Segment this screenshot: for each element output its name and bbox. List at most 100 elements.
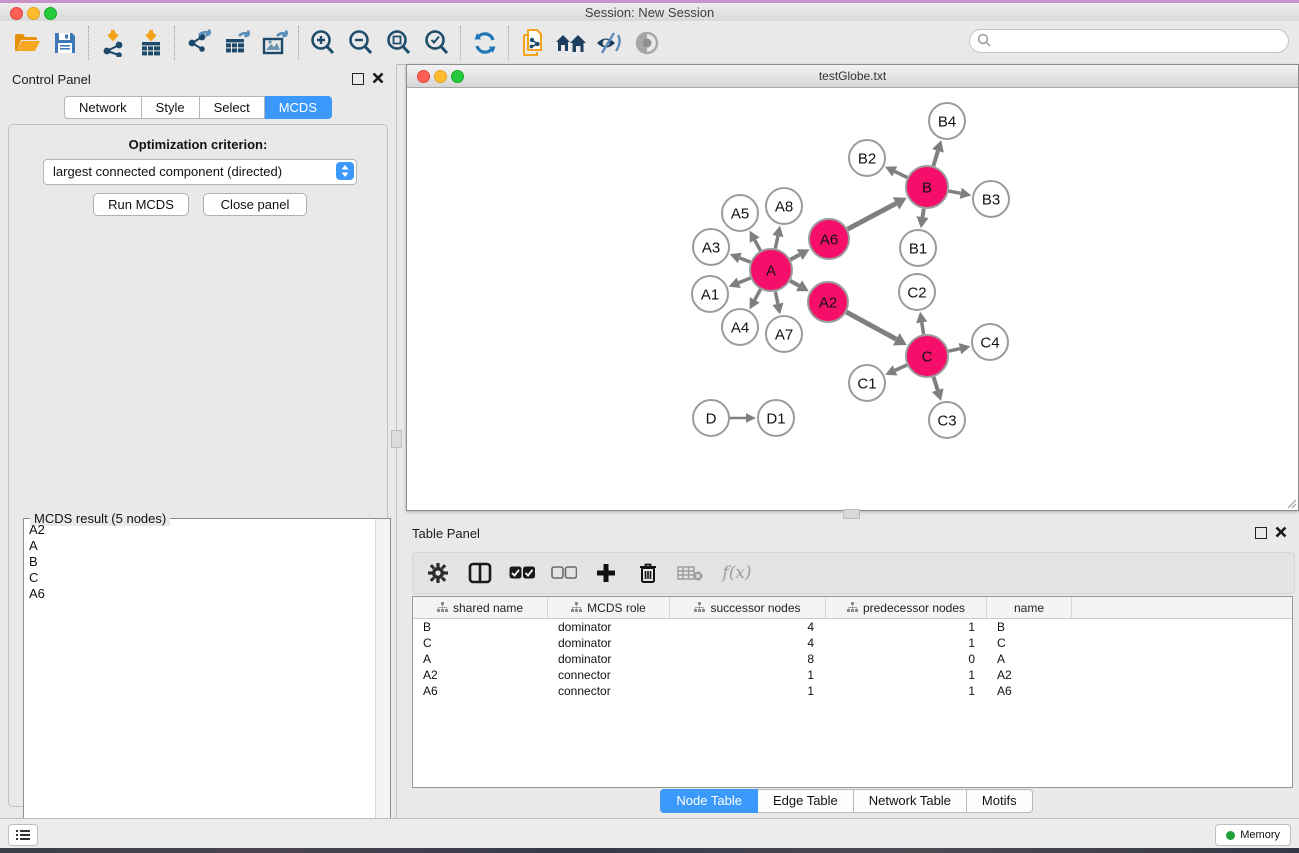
edge-C-C3[interactable] [934,377,938,390]
close-panel-icon[interactable] [1275,526,1287,538]
edge-C-C2[interactable] [922,322,924,334]
hierarchy-icon [437,602,448,613]
export-table-button[interactable] [218,25,256,61]
table-row[interactable]: Bdominator41B [413,619,1292,635]
table-row[interactable]: Adominator80A [413,651,1292,667]
edge-B-B1[interactable] [923,209,924,217]
export-network-button[interactable] [180,25,218,61]
zoom-fit-button[interactable] [380,25,418,61]
tab-node-table[interactable]: Node Table [660,789,758,813]
tab-network-table[interactable]: Network Table [854,789,967,813]
edge-A-A5[interactable] [755,240,761,251]
zoom-selected-button[interactable] [418,25,456,61]
import-network-button[interactable] [94,25,132,61]
export-image-button[interactable] [256,25,294,61]
open-cybrowser-home-button[interactable] [552,25,590,61]
edge-A6-B[interactable] [848,203,897,229]
tab-mcds[interactable]: MCDS [265,96,332,119]
edge-A-A2[interactable] [790,281,799,286]
zoom-out-button[interactable] [342,25,380,61]
result-item[interactable]: A6 [25,586,375,602]
column-header-name[interactable]: name [987,597,1072,618]
column-header-successor-nodes[interactable]: successor nodes [670,597,826,618]
select-stepper-icon [336,162,354,180]
zoom-in-icon [309,29,337,57]
memory-button[interactable]: Memory [1215,824,1291,846]
close-panel-icon[interactable] [372,72,384,84]
edge-A-A8[interactable] [775,236,777,248]
float-panel-icon[interactable] [1255,527,1267,539]
mcds-result-list[interactable]: A2ABCA6 [25,522,375,853]
edge-C-C1[interactable] [895,365,907,370]
edge-A-A3[interactable] [740,258,751,262]
column-header-predecessor-nodes[interactable]: predecessor nodes [826,597,987,618]
criterion-select[interactable]: largest connected component (directed) [43,159,357,185]
network-canvas[interactable]: B4B2BB3A5A8A6B1A3AC2A1A2A4A7C4CC1C3DD1 [407,88,1296,508]
tab-select[interactable]: Select [200,96,265,119]
search-input[interactable] [969,29,1289,53]
edge-A-A1[interactable] [739,278,751,283]
task-list-icon [16,829,30,841]
column-header-shared-name[interactable]: shared name [413,597,548,618]
cell-shared-name: C [413,635,548,651]
vertical-splitter-grip[interactable] [391,430,402,448]
close-panel-button[interactable]: Close panel [203,193,307,216]
edge-A2-C[interactable] [846,312,896,339]
edge-C-C4[interactable] [948,349,959,352]
edge-A-A7[interactable] [775,292,777,304]
cell-successor-nodes: 1 [670,667,826,683]
tab-network[interactable]: Network [64,96,142,119]
result-item[interactable]: C [25,570,375,586]
edge-A-A6[interactable] [790,255,799,260]
column-header-MCDS-role[interactable]: MCDS role [548,597,670,618]
add-column-button[interactable] [589,556,623,590]
node-label-B3: B3 [982,191,1000,208]
zoom-in-button[interactable] [304,25,342,61]
result-scrollbar[interactable] [375,519,390,853]
run-mcds-button[interactable]: Run MCDS [93,193,189,216]
refresh-view-button[interactable] [466,25,504,61]
result-item[interactable]: A2 [25,522,375,538]
table-row[interactable]: A6connector11A6 [413,683,1292,699]
delete-table-button[interactable] [673,556,707,590]
result-item[interactable]: A [25,538,375,554]
edge-B-B2[interactable] [895,171,907,177]
network-window-titlebar[interactable]: testGlobe.txt [407,65,1298,88]
show-graphics-details-button[interactable] [628,25,666,61]
import-table-icon [138,29,164,57]
table-settings-button[interactable] [421,556,455,590]
search-icon [977,33,991,47]
edge-A-A4[interactable] [755,289,761,300]
column-layout-button[interactable] [463,556,497,590]
hide-graphics-details-button[interactable] [590,25,628,61]
task-manager-button[interactable] [8,824,38,846]
delete-column-button[interactable] [631,556,665,590]
clone-network-button[interactable] [514,25,552,61]
float-panel-icon[interactable] [352,73,364,85]
table-row[interactable]: A2connector11A2 [413,667,1292,683]
edge-B-B4[interactable] [933,151,938,166]
edge-arrowhead [932,388,944,401]
node-label-A3: A3 [702,239,720,256]
edge-B-B3[interactable] [949,191,961,193]
window-resize-grip[interactable] [1287,499,1297,509]
cell-name: B [987,619,1072,635]
select-all-rows-button[interactable] [505,556,539,590]
cell-predecessor-nodes: 1 [826,635,987,651]
open-folder-icon [13,31,41,55]
mcds-panel: Optimization criterion: largest connecte… [8,124,388,807]
cell-MCDS-role: connector [548,683,670,699]
open-session-button[interactable] [8,25,46,61]
result-item[interactable]: B [25,554,375,570]
tab-style[interactable]: Style [142,96,200,119]
tab-motifs[interactable]: Motifs [967,789,1033,813]
table-row[interactable]: Cdominator41C [413,635,1292,651]
tab-edge-table[interactable]: Edge Table [758,789,854,813]
apply-function-button[interactable]: f(x) [715,556,759,590]
network-view-window: testGlobe.txt B4B2BB3A5A8A6B1A3AC2A1A2A4… [406,64,1299,511]
import-table-button[interactable] [132,25,170,61]
deselect-all-rows-button[interactable] [547,556,581,590]
column-label: successor nodes [710,601,800,615]
save-session-button[interactable] [46,25,84,61]
node-label-C1: C1 [857,375,876,392]
